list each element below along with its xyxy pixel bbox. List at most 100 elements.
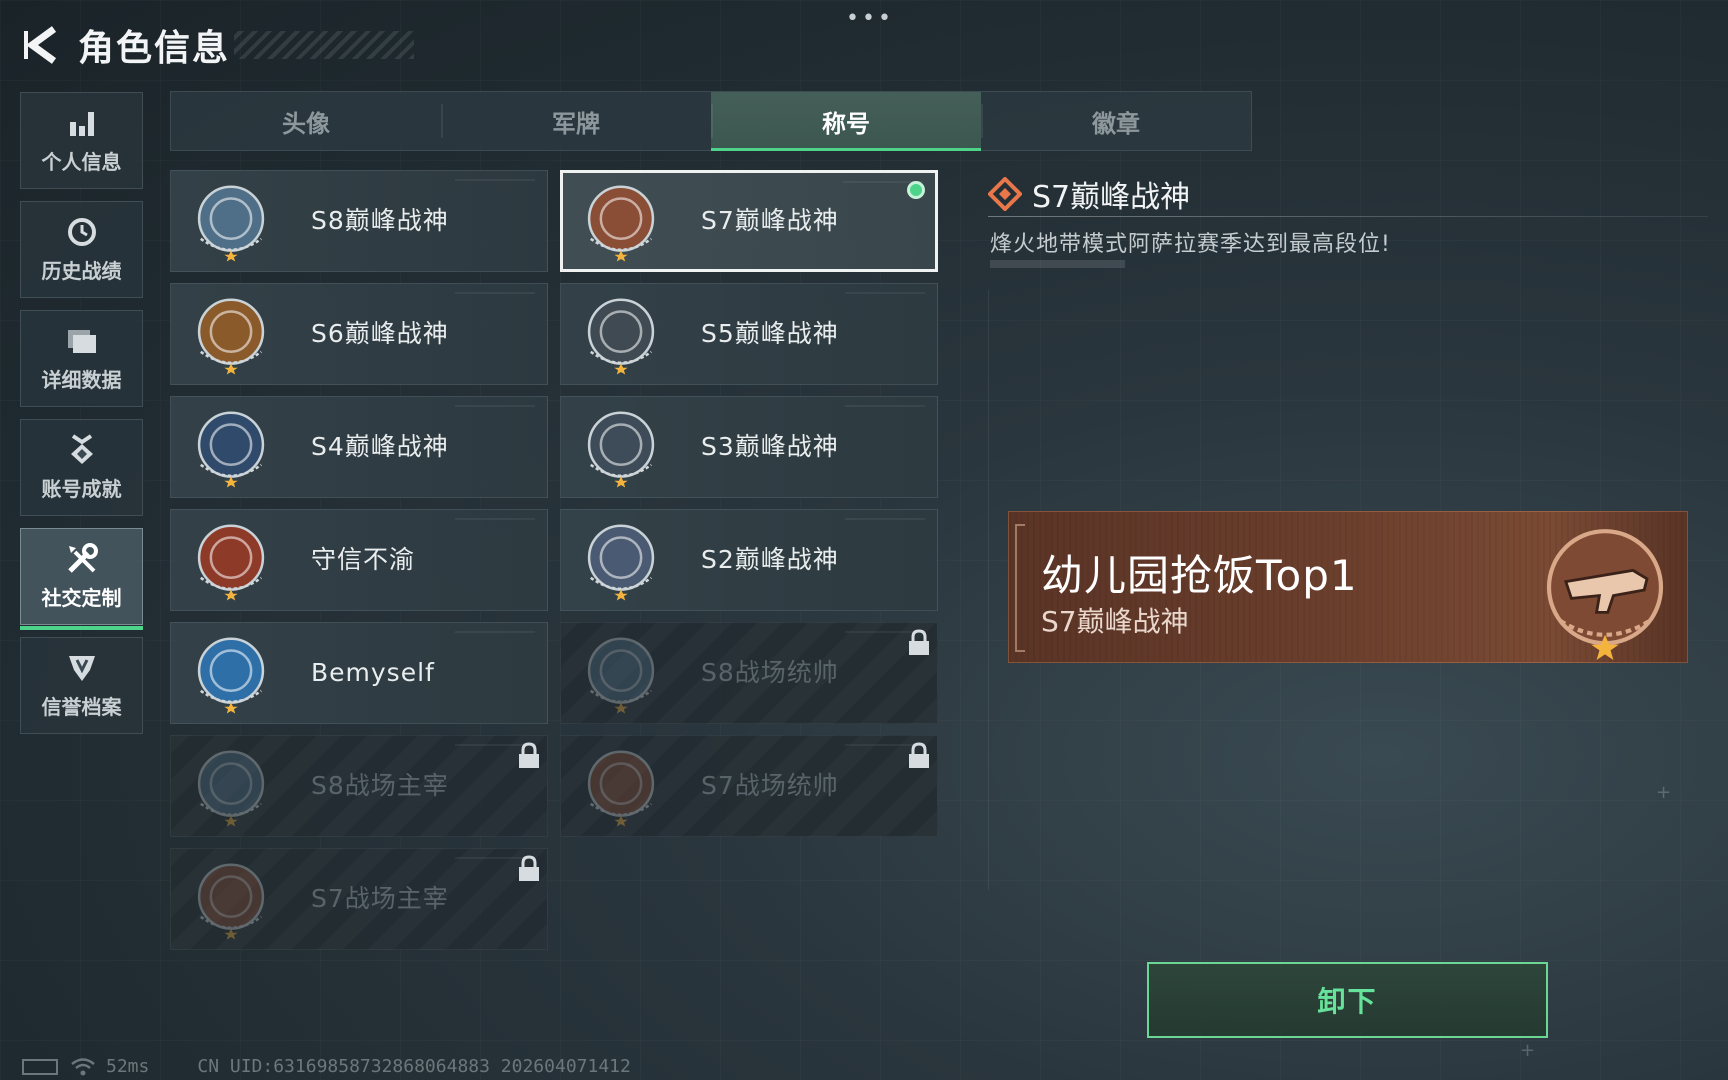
- back-button[interactable]: [20, 21, 64, 69]
- diamond-icon: [988, 177, 1022, 211]
- lock-icon: [519, 742, 539, 768]
- banner-player-name: 幼儿园抢饭Top1: [1041, 551, 1358, 600]
- detail-description: 烽火地带模式阿萨拉赛季达到最高段位!: [990, 232, 1391, 257]
- banner-title-name: S7巅峰战神: [1041, 605, 1189, 638]
- sidebar-item-social-custom[interactable]: 社交定制: [20, 528, 143, 630]
- title-card[interactable]: S3巅峰战神: [560, 396, 938, 498]
- tools-wrench-icon: [65, 542, 99, 576]
- title-card[interactable]: 守信不渝: [170, 509, 548, 611]
- card-decoration: [455, 405, 535, 407]
- banner-corner: [1015, 524, 1025, 652]
- card-decoration: [845, 292, 925, 294]
- title-card-name: S7巅峰战神: [701, 206, 839, 235]
- lock-icon: [909, 629, 929, 655]
- tab-dog-tag[interactable]: 军牌: [441, 92, 711, 150]
- detail-divider: [988, 216, 1708, 217]
- title-banner-preview: 幼儿园抢饭Top1 S7巅峰战神: [1008, 511, 1688, 663]
- title-card[interactable]: S5巅峰战神: [560, 283, 938, 385]
- detail-decoration: [990, 260, 1125, 268]
- title-card-name: S7战场主宰: [311, 884, 449, 913]
- title-card-name: S8战场统帅: [701, 658, 839, 687]
- uid-text: CN UID:63169858732868064883 202604071412: [197, 1056, 631, 1077]
- lock-icon: [909, 742, 929, 768]
- sidebar-item-label: 详细数据: [41, 368, 122, 392]
- card-decoration: [455, 292, 535, 294]
- ping-value: 52ms: [106, 1056, 150, 1077]
- more-dots-icon[interactable]: •••: [846, 6, 894, 31]
- title-card-name: S6巅峰战神: [311, 319, 449, 348]
- card-decoration: [455, 631, 535, 633]
- sidebar-item-label: 账号成就: [41, 477, 122, 501]
- status-bar: 52ms CN UID:63169858732868064883 2026040…: [22, 1056, 631, 1077]
- card-decoration: [845, 518, 925, 520]
- title-card-name: S4巅峰战神: [311, 432, 449, 461]
- crosshair-decoration: +: [1656, 782, 1672, 803]
- title-badge-icon: [587, 298, 655, 375]
- title-card-name: S3巅峰战神: [701, 432, 839, 461]
- title-card-name: 守信不渝: [311, 545, 416, 574]
- title-card[interactable]: S7巅峰战神: [560, 170, 938, 272]
- sidebar-item-label: 历史战绩: [41, 259, 122, 283]
- title-card[interactable]: S8战场主宰: [170, 735, 548, 837]
- title-card[interactable]: S4巅峰战神: [170, 396, 548, 498]
- equipped-indicator: [907, 181, 925, 199]
- category-tabs: 头像 军牌 称号 徽章: [170, 91, 1252, 151]
- title-card-name: S8战场主宰: [311, 771, 449, 800]
- tab-title[interactable]: 称号: [711, 92, 981, 151]
- wifi-icon: [71, 1057, 95, 1075]
- title-decoration: [234, 31, 415, 59]
- title-badge-icon: [197, 524, 265, 601]
- sidebar-item-label: 社交定制: [41, 586, 122, 610]
- card-decoration: [455, 518, 535, 520]
- title-badge-icon: [197, 298, 265, 375]
- detail-header: S7巅峰战神: [988, 172, 1190, 216]
- tab-badge[interactable]: 徽章: [981, 92, 1251, 150]
- page-header: 角色信息: [20, 18, 415, 72]
- shield-credit-icon: [65, 651, 99, 685]
- history-clock-icon: [65, 215, 99, 249]
- page-title: 角色信息: [78, 28, 231, 69]
- title-badge-icon: [587, 637, 655, 714]
- bar-chart-icon: [65, 106, 99, 140]
- unequip-button[interactable]: 卸下: [1147, 962, 1548, 1038]
- sidebar-item-label: 信誉档案: [41, 695, 122, 719]
- tab-avatar[interactable]: 头像: [171, 92, 441, 150]
- sidebar: 个人信息 历史战绩 详细数据 账号成就 社交定制 信誉档案: [20, 92, 143, 746]
- crosshair-decoration: +: [1520, 1040, 1536, 1061]
- sidebar-item-credit-file[interactable]: 信誉档案: [20, 637, 143, 734]
- title-card-name: Bemyself: [311, 658, 435, 687]
- title-card-name: S7战场统帅: [701, 771, 839, 800]
- title-badge-icon: [587, 750, 655, 827]
- title-card-name: S5巅峰战神: [701, 319, 839, 348]
- gun-badge-icon: [1546, 529, 1664, 660]
- sidebar-item-personal-info[interactable]: 个人信息: [20, 92, 143, 189]
- title-badge-icon: [587, 185, 655, 262]
- achievement-medal-icon: [65, 433, 99, 467]
- folder-data-icon: [65, 324, 99, 358]
- title-card[interactable]: S8战场统帅: [560, 622, 938, 724]
- title-badge-icon: [587, 411, 655, 488]
- battery-icon: [22, 1058, 58, 1075]
- title-badge-icon: [587, 524, 655, 601]
- back-arrow-icon: [24, 26, 57, 64]
- title-badge-icon: [197, 185, 265, 262]
- title-badge-icon: [197, 637, 265, 714]
- title-card[interactable]: S2巅峰战神: [560, 509, 938, 611]
- lock-icon: [519, 855, 539, 881]
- sidebar-item-achievements[interactable]: 账号成就: [20, 419, 143, 516]
- sidebar-item-history[interactable]: 历史战绩: [20, 201, 143, 298]
- sidebar-item-detail-data[interactable]: 详细数据: [20, 310, 143, 407]
- card-decoration: [455, 179, 535, 181]
- title-card[interactable]: S6巅峰战神: [170, 283, 548, 385]
- title-card-name: S8巅峰战神: [311, 206, 449, 235]
- title-card[interactable]: S8巅峰战神: [170, 170, 548, 272]
- title-card-name: S2巅峰战神: [701, 545, 839, 574]
- title-badge-icon: [197, 411, 265, 488]
- title-card[interactable]: Bemyself: [170, 622, 548, 724]
- card-decoration: [845, 405, 925, 407]
- title-badge-icon: [197, 863, 265, 940]
- title-card[interactable]: S7战场主宰: [170, 848, 548, 950]
- detail-title: S7巅峰战神: [1032, 180, 1191, 215]
- title-badge-icon: [197, 750, 265, 827]
- title-card[interactable]: S7战场统帅: [560, 735, 938, 837]
